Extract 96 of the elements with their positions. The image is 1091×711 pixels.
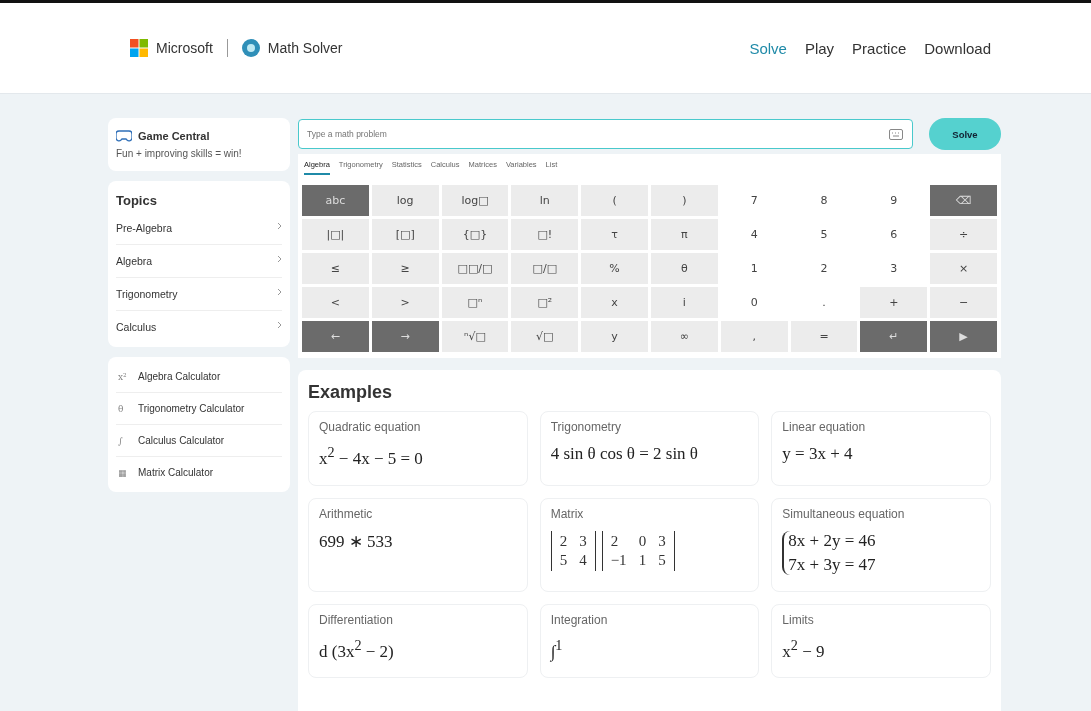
keypad-key[interactable]: □□/□ [441, 253, 509, 284]
keypad-key[interactable]: ) [651, 185, 718, 216]
calculator-link[interactable]: ∫ Calculus Calculator [116, 425, 282, 457]
keypad-key[interactable]: = [790, 321, 858, 352]
keypad-key[interactable]: ▶ [930, 321, 997, 352]
keypad-key[interactable]: [□] [371, 219, 439, 250]
example-title: Linear equation [782, 420, 867, 434]
keypad-key[interactable]: − [930, 287, 997, 318]
math-solver-logo-icon [241, 39, 260, 57]
keypad-key[interactable]: ≥ [371, 253, 439, 284]
keypad-key[interactable]: ≤ [302, 253, 369, 284]
example-card[interactable]: Differentiation d (3x$^{2}$ − 2) [308, 603, 528, 679]
game-central-subtitle: Fun + improving skills = win! [116, 148, 243, 159]
company-name: Microsoft [156, 40, 213, 56]
example-title: Integration [550, 612, 609, 627]
solve-button[interactable]: Solve [929, 118, 1001, 150]
examples-heading: Examples [308, 382, 394, 403]
game-central-title: Game Central [138, 130, 210, 142]
example-card[interactable]: Integration ∫$^{1}$ [539, 603, 760, 679]
example-title: Simultaneous equation [782, 506, 906, 521]
keypad-key[interactable]: → [371, 321, 439, 352]
example-title: Matrix [550, 506, 585, 521]
keypad-key[interactable]: □/□ [511, 253, 579, 284]
keypad-key[interactable]: log□ [441, 185, 509, 216]
keypad-key[interactable]: □² [511, 287, 579, 318]
keypad-key[interactable]: ← [302, 321, 369, 352]
chevron-right-icon [277, 255, 282, 263]
keypad-key[interactable]: |□| [302, 219, 369, 250]
product-name[interactable]: Math Solver [267, 40, 343, 56]
keypad-key[interactable]: log [371, 185, 439, 216]
example-card[interactable]: Simultaneous equation 8x + 2y = 46 7x + 3y = 47 [771, 497, 991, 592]
formula: 4 sin θ cos θ = 2 sin θ [550, 444, 699, 464]
formula: 699 ∗ 533 [319, 530, 394, 552]
keyboard-icon[interactable] [889, 129, 903, 140]
keypad-key[interactable]: √□ [511, 321, 579, 352]
example-title: Quadratic equation [319, 420, 422, 434]
nav-link[interactable]: Solve [749, 39, 787, 57]
keypad-key[interactable]: x [581, 287, 648, 318]
keypad-key[interactable]: + [860, 287, 928, 318]
formula: x$^{2}$ − 4x − 5 = 0 [319, 444, 424, 469]
game-controller-icon [116, 130, 132, 142]
keypad-key[interactable]: □! [511, 219, 579, 250]
nav-link[interactable]: Download [924, 39, 991, 57]
keypad-key[interactable]: π [651, 219, 718, 250]
keypad-key[interactable]: < [302, 287, 369, 318]
nav-link[interactable]: Practice [852, 39, 907, 57]
formula: ∫$^{1}$ [550, 636, 564, 662]
topic-item[interactable]: Pre-Algebra [116, 212, 282, 245]
equation-system: 8x + 2y = 46 7x + 3y = 47 [782, 530, 980, 575]
topic-item[interactable]: Algebra [116, 245, 282, 278]
example-title: Arithmetic [319, 506, 374, 521]
matrix: 2 0 3 −1 1 5 [601, 530, 675, 571]
keypad-key[interactable]: i [651, 287, 718, 318]
example-title: Trigonometry [550, 420, 622, 434]
keypad-key[interactable]: τ [581, 219, 648, 250]
keypad-key[interactable]: {□} [441, 219, 509, 250]
keypad-key[interactable]: y [581, 321, 648, 352]
chevron-right-icon [277, 321, 282, 329]
example-card[interactable]: Quadratic equation x$^{2}$ − 4x − 5 = 0 [308, 411, 528, 486]
keypad-key[interactable]: ÷ [930, 219, 997, 250]
keypad-key[interactable]: × [930, 253, 997, 284]
keypad-key[interactable]: ∞ [651, 321, 718, 352]
keypad-key[interactable]: ⁿ√□ [441, 321, 509, 352]
formula: x$^{2}$ − 9 [782, 636, 826, 662]
topics-heading: Topics [116, 193, 158, 208]
formula: y = 3x + 4 [782, 444, 854, 464]
calculator-link[interactable]: x² Algebra Calculator [116, 361, 282, 393]
example-card[interactable]: Trigonometry 4 sin θ cos θ = 2 sin θ [539, 411, 760, 486]
topic-item[interactable]: Trigonometry [116, 278, 282, 311]
game-central-card[interactable]: Game Central Fun + improving skills = win! [108, 118, 290, 171]
chevron-right-icon [277, 222, 282, 230]
nav-link[interactable]: Play [804, 39, 835, 57]
microsoft-logo-icon [130, 39, 148, 57]
example-title: Limits [782, 612, 815, 627]
calculator-link[interactable]: θ Trigonometry Calculator [116, 393, 282, 425]
keypad-key[interactable]: ( [581, 185, 648, 216]
formula: d (3x$^{2}$ − 2) [319, 636, 395, 662]
chevron-right-icon [277, 288, 282, 296]
keypad-key[interactable]: ⌫ [930, 185, 997, 216]
example-card[interactable]: Matrix 2 3 5 4 2 0 3 −1 1 5 [539, 497, 760, 592]
math-problem-field[interactable]: Type a math problem [298, 119, 913, 149]
calculator-link[interactable]: ▦ Matrix Calculator [116, 457, 282, 488]
keypad-key[interactable]: > [371, 287, 439, 318]
matrix: 2 3 5 4 [550, 530, 596, 571]
keypad-key[interactable]: abc [302, 185, 369, 216]
keypad-key[interactable]: ln [511, 185, 579, 216]
keypad-key[interactable]: θ [651, 253, 718, 284]
example-card[interactable]: Linear equation y = 3x + 4 [771, 411, 991, 486]
keypad-key[interactable]: ↵ [860, 321, 928, 352]
example-title: Differentiation [319, 612, 394, 627]
topic-item[interactable]: Calculus [116, 311, 282, 343]
keypad-key[interactable]: , [720, 321, 788, 352]
example-card[interactable]: Limits x$^{2}$ − 9 [771, 603, 991, 679]
keypad-key[interactable]: % [581, 253, 648, 284]
example-card[interactable]: Arithmetic 699 ∗ 533 [308, 497, 528, 592]
keypad-key[interactable]: □ⁿ [441, 287, 509, 318]
